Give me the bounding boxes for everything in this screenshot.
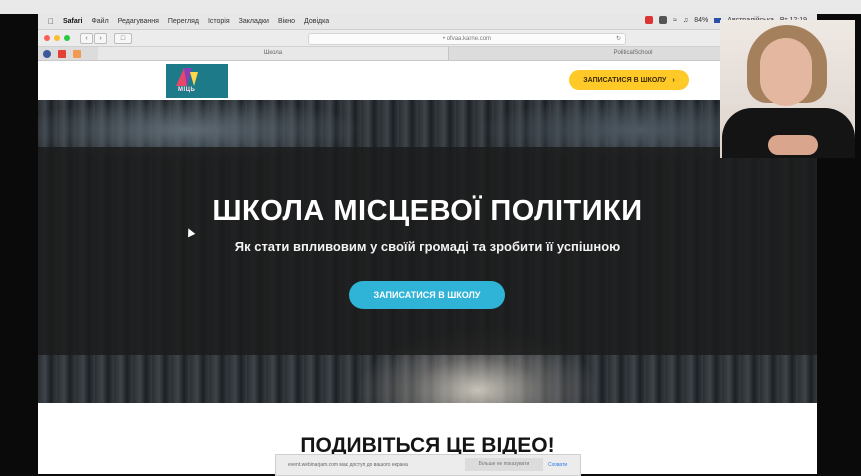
menu-item-edit[interactable]: Редагування [118, 18, 159, 25]
screen-top-border [0, 0, 861, 14]
facebook-icon[interactable] [43, 50, 51, 58]
header-signup-label: ЗАПИСАТИСЯ В ШКОЛУ [583, 76, 667, 84]
menu-item-history[interactable]: Історія [208, 18, 230, 25]
header-signup-button[interactable]: ЗАПИСАТИСЯ В ШКОЛУ › [569, 70, 689, 90]
hero-title: ШКОЛА МІСЦЕВОЇ ПОЛІТИКИ [212, 195, 643, 227]
menu-item-view[interactable]: Перегляд [168, 18, 199, 25]
hide-notice-button[interactable]: Сховати [548, 462, 567, 468]
back-button[interactable]: ‹ [80, 33, 93, 44]
wifi-icon[interactable]: ≈ [673, 17, 677, 24]
gmail-icon[interactable] [58, 50, 66, 58]
tab-bar: Школа PoliticalSchool [38, 47, 817, 61]
video-section-title: ПОДИВІТЬСЯ ЦЕ ВІДЕО! [300, 434, 555, 456]
apple-icon[interactable]:  [48, 17, 54, 26]
battery-level[interactable]: 84% [694, 17, 708, 24]
chevron-right-icon: › [672, 76, 675, 84]
menu-item-file[interactable]: Файл [91, 18, 108, 25]
browser-toolbar: ‹ › □ • ofvaa.karne.com ↻ [38, 30, 817, 47]
sidebar-toggle-button[interactable]: □ [114, 33, 132, 44]
site-header [38, 61, 817, 100]
screen-share-notice-text: event.webinarjam.com має доступ до вашог… [288, 462, 408, 468]
zoom-window-icon[interactable] [64, 35, 70, 41]
screen-left-border [0, 14, 38, 474]
logo-mark-icon [176, 68, 198, 86]
dont-show-again-button[interactable]: Більше не показувати [465, 458, 543, 471]
address-text: ofvaa.karne.com [446, 36, 492, 42]
hero-signup-button[interactable]: ЗАПИСАТИСЯ В ШКОЛУ [349, 281, 505, 309]
presenter-hands [768, 135, 818, 155]
hero-subtitle: Як стати впливовим у своїй громаді та зр… [234, 239, 621, 254]
address-bar[interactable]: • ofvaa.karne.com ↻ [308, 33, 626, 45]
reload-icon[interactable]: ↻ [616, 34, 621, 44]
menu-app-name[interactable]: Safari [63, 18, 82, 25]
menu-item-window[interactable]: Вікно [278, 18, 295, 25]
menu-item-help[interactable]: Довідка [304, 18, 329, 25]
logo-text: МІЦЬ [178, 87, 196, 93]
close-window-icon[interactable] [44, 35, 50, 41]
site-logo[interactable]: МІЦЬ [166, 64, 228, 98]
tab-school[interactable]: Школа [98, 47, 449, 60]
screen-share-notice: event.webinarjam.com має доступ до вашог… [275, 454, 581, 476]
forward-button[interactable]: › [94, 33, 107, 44]
minimize-window-icon[interactable] [54, 35, 60, 41]
bookmark-icon[interactable] [73, 50, 81, 58]
menu-item-bookmarks[interactable]: Закладки [239, 18, 269, 25]
presenter-face [760, 38, 812, 106]
volume-icon[interactable]: ♫ [683, 17, 688, 24]
menu-bar:  Safari Файл Редагування Перегляд Істор… [38, 14, 817, 30]
tray-app-icon[interactable] [645, 16, 654, 24]
tray-extension-icon[interactable] [659, 16, 668, 24]
